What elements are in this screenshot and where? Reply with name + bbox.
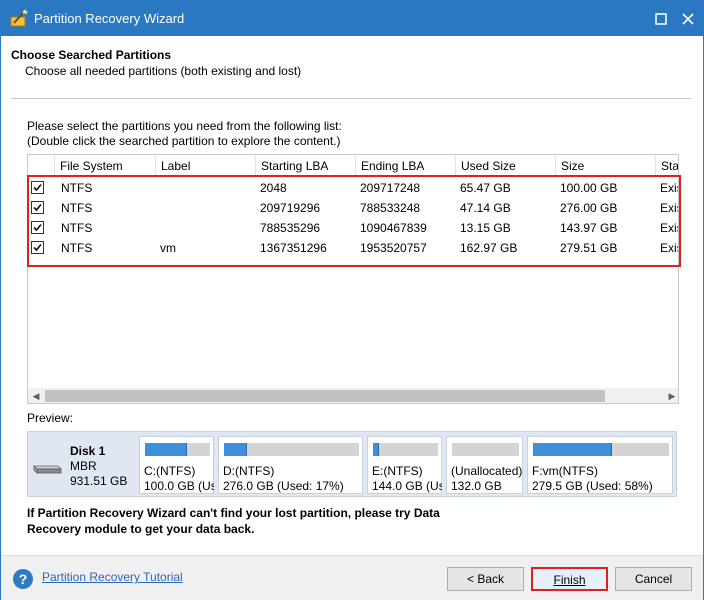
wizard-wand-icon [9, 8, 29, 28]
back-button-label: < Back [466, 572, 505, 586]
page-title: Choose Searched Partitions [11, 48, 172, 62]
partition-name: E:(NTFS) [372, 464, 423, 478]
disk-map: Disk 1 MBR 931.51 GB C:(NTFS) 100.0 GB (… [27, 431, 677, 497]
footer-bar: ? Partition Recovery Tutorial < Back Fin… [1, 555, 703, 600]
cancel-button[interactable]: Cancel [615, 567, 692, 591]
disk-type: MBR [70, 459, 97, 473]
hard-disk-icon [32, 462, 62, 474]
usage-bar [452, 443, 519, 456]
partition-usage: 276.0 GB (Used: 17%) [223, 479, 344, 493]
list-header: File System Label Starting LBA Ending LB… [28, 155, 678, 177]
column-header-label[interactable]: Label [155, 155, 255, 177]
partition-usage: 100.0 GB (Used [144, 479, 214, 493]
finish-button[interactable]: Finish [531, 567, 608, 591]
scrollbar-thumb[interactable] [45, 390, 605, 402]
partition-name: D:(NTFS) [223, 464, 275, 478]
partition-usage: 132.0 GB [451, 479, 502, 493]
partition-block-d[interactable]: D:(NTFS) 276.0 GB (Used: 17%) [218, 436, 363, 494]
partition-name: F:vm(NTFS) [532, 464, 598, 478]
cancel-button-label: Cancel [634, 572, 673, 586]
instruction-line-1: Please select the partitions you need fr… [27, 119, 342, 133]
partition-name: (Unallocated) [451, 464, 523, 478]
header-divider [11, 98, 691, 99]
column-header-status[interactable]: Stat [655, 155, 678, 177]
help-question-icon[interactable]: ? [13, 569, 33, 589]
disk-name: Disk 1 [70, 444, 106, 458]
disk-size: 931.51 GB [70, 474, 128, 488]
scroll-left-arrow-icon[interactable]: ◀ [28, 388, 44, 403]
finish-button-label: Finish [553, 573, 586, 587]
partition-usage: 279.5 GB (Used: 58%) [532, 479, 653, 493]
partition-name: C:(NTFS) [144, 464, 196, 478]
wizard-header: Choose Searched Partitions Choose all ne… [1, 36, 703, 98]
scroll-right-arrow-icon[interactable]: ▶ [664, 388, 678, 403]
partition-block-unallocated[interactable]: (Unallocated) 132.0 GB [446, 436, 523, 494]
close-button[interactable] [671, 1, 704, 36]
horizontal-scrollbar[interactable]: ◀ ▶ [28, 388, 678, 403]
instruction-line-2: (Double click the searched partition to … [27, 134, 341, 148]
usage-bar-fill [224, 443, 247, 456]
column-header-file-system[interactable]: File System [54, 155, 158, 177]
usage-bar [373, 443, 438, 456]
usage-bar [533, 443, 669, 456]
data-recovery-note: If Partition Recovery Wizard can't find … [27, 506, 440, 536]
tutorial-link[interactable]: Partition Recovery Tutorial [42, 570, 183, 584]
selection-highlight-annotation [27, 175, 681, 267]
column-header-starting-lba[interactable]: Starting LBA [255, 155, 355, 177]
preview-label: Preview: [27, 411, 74, 425]
column-header-size[interactable]: Size [555, 155, 655, 177]
title-bar: Partition Recovery Wizard [1, 1, 703, 36]
usage-bar [224, 443, 359, 456]
partition-block-e[interactable]: E:(NTFS) 144.0 GB (Us [367, 436, 442, 494]
page-subtitle: Choose all needed partitions (both exist… [25, 64, 302, 78]
partition-usage: 144.0 GB (Us [372, 479, 442, 493]
close-icon [682, 12, 694, 25]
back-button[interactable]: < Back [447, 567, 524, 591]
usage-bar [145, 443, 210, 456]
column-header-used-size[interactable]: Used Size [455, 155, 555, 177]
window-title: Partition Recovery Wizard [34, 11, 185, 26]
usage-bar-fill [145, 443, 188, 456]
wizard-window: Partition Recovery Wizard Choose Searche… [0, 0, 704, 600]
partition-block-f[interactable]: F:vm(NTFS) 279.5 GB (Used: 58%) [527, 436, 673, 494]
column-header-ending-lba[interactable]: Ending LBA [355, 155, 455, 177]
usage-bar-fill [533, 443, 612, 456]
column-header-check[interactable] [28, 155, 54, 177]
partition-block-c[interactable]: C:(NTFS) 100.0 GB (Used [139, 436, 214, 494]
usage-bar-fill [373, 443, 379, 456]
